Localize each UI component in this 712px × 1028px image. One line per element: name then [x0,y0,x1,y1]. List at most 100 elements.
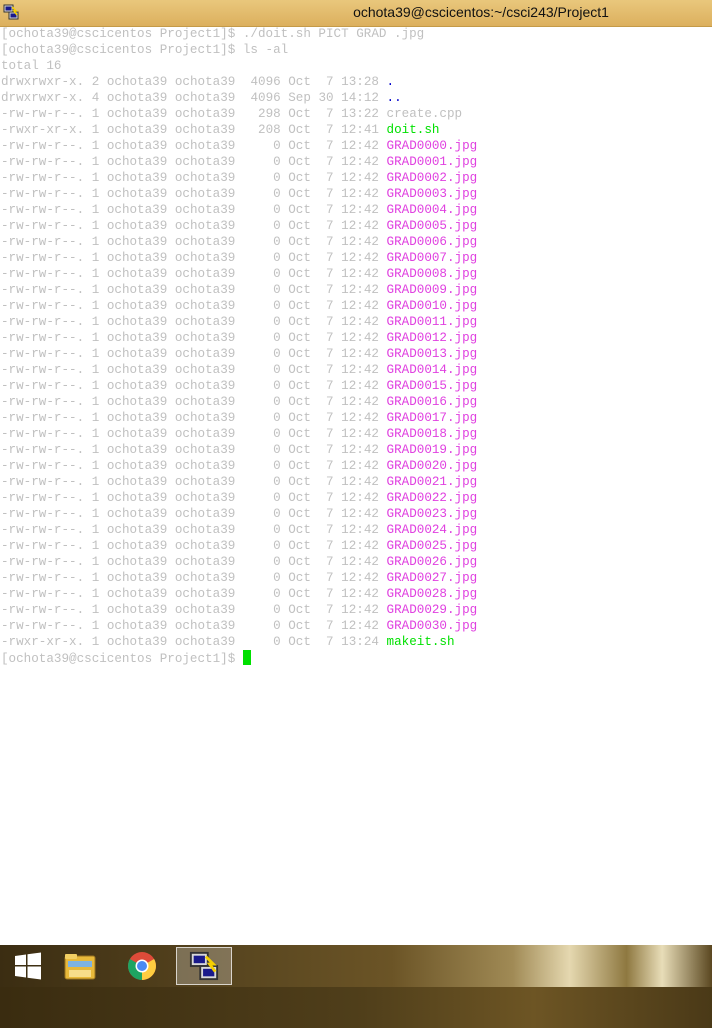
file-size: 0 [242,203,289,217]
windows-start-icon[interactable] [14,952,42,980]
file-group: ochota39 [174,363,243,377]
file-owner: ochota39 [106,299,175,313]
file-time: 12:42 [341,523,387,537]
file-size: 0 [242,571,289,585]
file-group: ochota39 [174,331,243,345]
ls-entry-row: -rw-rw-r--. 1 ochota39 ochota39 0 Oct 7 … [1,314,711,330]
file-group: ochota39 [174,235,243,249]
file-owner: ochota39 [106,347,175,361]
file-day: 7 [318,491,342,505]
file-group: ochota39 [174,123,243,137]
taskbar-chrome[interactable] [114,947,170,985]
title-bar[interactable]: ochota39@cscicentos:~/csci243/Project1 [0,0,712,27]
file-owner: ochota39 [106,571,175,585]
file-time: 12:42 [341,347,387,361]
file-day: 7 [318,315,342,329]
ls-entry-row: -rw-rw-r--. 1 ochota39 ochota39 0 Oct 7 … [1,378,711,394]
file-owner: ochota39 [106,107,175,121]
taskbar-putty[interactable] [176,947,232,985]
file-group: ochota39 [174,443,243,457]
link-count: 1 [91,347,107,361]
file-owner: ochota39 [106,251,175,265]
file-group: ochota39 [174,315,243,329]
ls-entry-row: -rw-rw-r--. 1 ochota39 ochota39 0 Oct 7 … [1,490,711,506]
file-month: Oct [288,299,319,313]
file-time: 12:42 [341,619,387,633]
file-time: 12:42 [341,491,387,505]
ls-entry-row: drwxrwxr-x. 2 ochota39 ochota39 4096 Oct… [1,74,711,90]
ls-entry-row: -rwxr-xr-x. 1 ochota39 ochota39 0 Oct 7 … [1,634,711,650]
file-explorer-icon[interactable] [63,951,97,981]
file-day: 7 [318,555,342,569]
link-count: 1 [91,251,107,265]
file-permissions: -rw-rw-r--. [1,475,92,489]
file-owner: ochota39 [106,587,175,601]
ls-entry-row: -rw-rw-r--. 1 ochota39 ochota39 0 Oct 7 … [1,346,711,362]
file-group: ochota39 [174,91,243,105]
file-time: 12:42 [341,443,387,457]
file-name: GRAD0010.jpg [386,299,478,313]
file-group: ochota39 [174,635,243,649]
file-name: GRAD0022.jpg [386,491,478,505]
file-name: GRAD0030.jpg [386,619,478,633]
file-day: 7 [318,203,342,217]
link-count: 1 [91,571,107,585]
file-group: ochota39 [174,507,243,521]
file-permissions: -rw-rw-r--. [1,107,92,121]
file-size: 0 [242,331,289,345]
file-day: 7 [318,187,342,201]
link-count: 1 [91,555,107,569]
file-time: 12:42 [341,283,387,297]
file-month: Oct [288,75,319,89]
taskbar-file-explorer[interactable] [52,947,108,985]
file-owner: ochota39 [106,411,175,425]
ls-entry-row: -rw-rw-r--. 1 ochota39 ochota39 0 Oct 7 … [1,362,711,378]
file-group: ochota39 [174,347,243,361]
file-size: 0 [242,603,289,617]
file-month: Oct [288,539,319,553]
file-size: 0 [242,411,289,425]
terminal-output[interactable]: [ochota39@cscicentos Project1]$ ./doit.s… [1,26,711,666]
file-month: Oct [288,555,319,569]
text-cursor[interactable] [242,650,251,665]
file-size: 4096 [242,75,289,89]
link-count: 1 [91,379,107,393]
file-time: 12:42 [341,395,387,409]
file-name: GRAD0011.jpg [386,315,478,329]
file-name: GRAD0015.jpg [386,379,478,393]
file-size: 0 [242,635,289,649]
file-month: Oct [288,491,319,505]
file-time: 12:42 [341,331,387,345]
terminal-line: [ochota39@cscicentos Project1]$ [1,650,711,666]
file-owner: ochota39 [106,187,175,201]
file-permissions: -rw-rw-r--. [1,267,92,281]
file-group: ochota39 [174,411,243,425]
ls-listing: drwxrwxr-x. 2 ochota39 ochota39 4096 Oct… [1,74,711,650]
file-owner: ochota39 [106,219,175,233]
putty-icon[interactable] [189,951,219,981]
file-month: Oct [288,107,319,121]
file-day: 7 [318,283,342,297]
file-permissions: -rw-rw-r--. [1,187,92,201]
file-permissions: -rw-rw-r--. [1,539,92,553]
file-owner: ochota39 [106,155,175,169]
file-month: Oct [288,427,319,441]
link-count: 1 [91,539,107,553]
start-button[interactable] [0,947,56,985]
file-permissions: -rwxr-xr-x. [1,635,92,649]
file-time: 12:42 [341,203,387,217]
file-group: ochota39 [174,299,243,313]
chrome-icon[interactable] [127,951,157,981]
file-day: 7 [318,619,342,633]
file-name: GRAD0017.jpg [386,411,478,425]
file-time: 12:42 [341,139,387,153]
file-day: 7 [318,571,342,585]
file-permissions: drwxrwxr-x. [1,75,92,89]
file-group: ochota39 [174,283,243,297]
file-month: Oct [288,203,319,217]
link-count: 1 [91,475,107,489]
file-time: 12:42 [341,539,387,553]
file-group: ochota39 [174,539,243,553]
file-day: 7 [318,635,342,649]
file-time: 12:42 [341,171,387,185]
